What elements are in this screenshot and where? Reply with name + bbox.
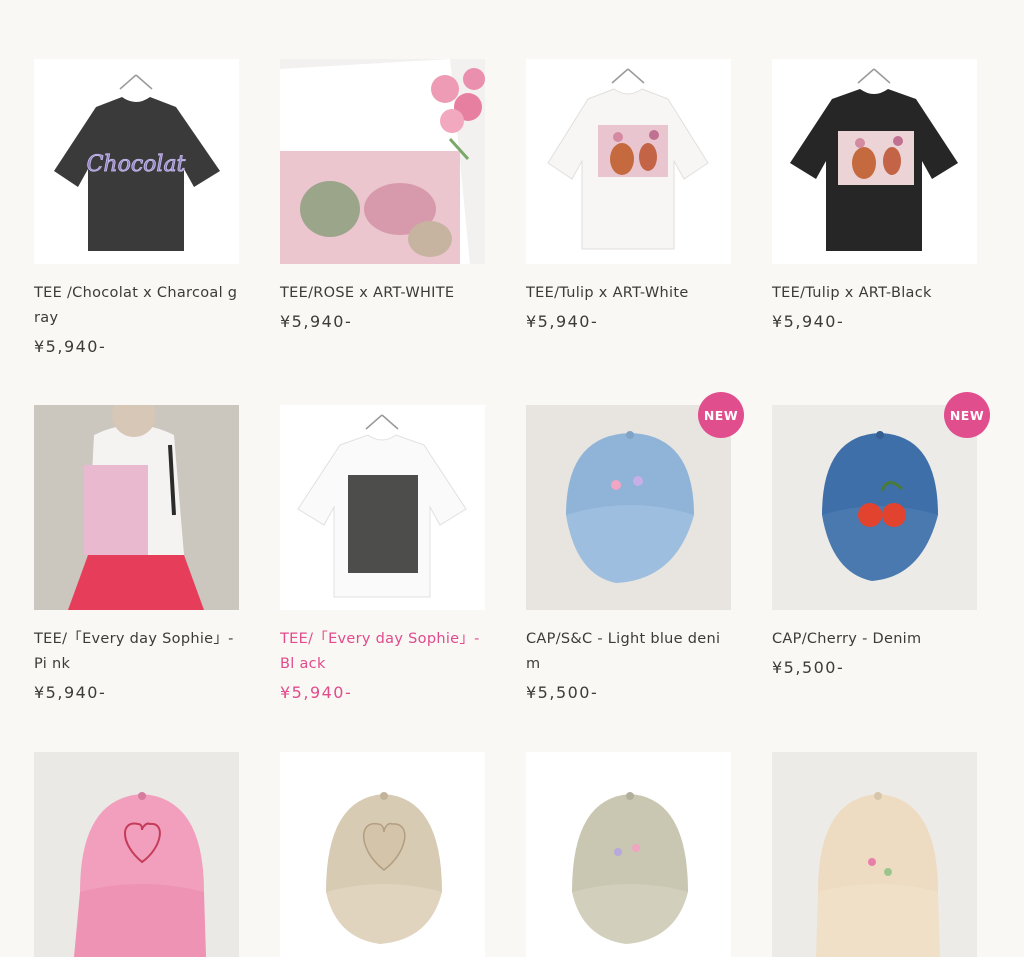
product-price: ¥5,940- — [772, 312, 845, 331]
product-image[interactable] — [34, 405, 239, 610]
product-price: ¥5,940- — [526, 312, 599, 331]
product-name[interactable]: TEE/「Every day Sophie」-Pi nk — [34, 627, 239, 677]
product-image[interactable] — [526, 59, 731, 264]
product-image[interactable] — [772, 752, 977, 957]
product-name[interactable]: TEE/ROSE x ART-WHITE — [280, 281, 485, 306]
product-image[interactable]: Chocolat — [34, 59, 239, 264]
product-name[interactable]: CAP/Cherry - Denim — [772, 627, 977, 652]
product-image[interactable] — [526, 405, 731, 610]
product-card[interactable] — [526, 752, 736, 957]
product-price: ¥5,940- — [34, 683, 107, 702]
product-name[interactable]: TEE/Tulip x ART-White — [526, 281, 731, 306]
product-image[interactable] — [280, 405, 485, 610]
product-name[interactable]: TEE/「Every day Sophie」-Bl ack — [280, 627, 485, 677]
product-image[interactable] — [772, 59, 977, 264]
product-price: ¥5,940- — [280, 683, 353, 702]
product-name[interactable]: CAP/S&C - Light blue deni m — [526, 627, 731, 677]
new-badge: NEW — [698, 392, 744, 438]
product-card[interactable]: TEE/ROSE x ART-WHITE ¥5,940- — [280, 59, 490, 331]
product-image[interactable] — [280, 752, 485, 957]
new-badge: NEW — [944, 392, 990, 438]
product-price: ¥5,500- — [526, 683, 599, 702]
product-card[interactable]: CAP/Cherry - Denim ¥5,500- — [772, 405, 982, 677]
product-price: ¥5,500- — [772, 658, 845, 677]
product-card[interactable]: Chocolat TEE /Chocolat x Charcoal g ray … — [34, 59, 244, 356]
product-image[interactable] — [280, 59, 485, 264]
product-card[interactable]: TEE/「Every day Sophie」-Bl ack ¥5,940- — [280, 405, 490, 702]
product-card[interactable]: TEE/Tulip x ART-White ¥5,940- — [526, 59, 736, 331]
product-image[interactable] — [34, 752, 239, 957]
product-name[interactable]: TEE /Chocolat x Charcoal g ray — [34, 281, 239, 331]
product-name[interactable]: TEE/Tulip x ART-Black — [772, 281, 977, 306]
product-image[interactable] — [526, 752, 731, 957]
product-grid: Chocolat TEE /Chocolat x Charcoal g ray … — [0, 0, 1024, 957]
product-image[interactable] — [772, 405, 977, 610]
product-card[interactable] — [280, 752, 490, 957]
product-card[interactable]: TEE/Tulip x ART-Black ¥5,940- — [772, 59, 982, 331]
svg-text:Chocolat: Chocolat — [87, 152, 186, 177]
product-card[interactable]: TEE/「Every day Sophie」-Pi nk ¥5,940- — [34, 405, 244, 702]
product-price: ¥5,940- — [280, 312, 353, 331]
product-card[interactable]: CAP/S&C - Light blue deni m ¥5,500- — [526, 405, 736, 702]
product-card[interactable] — [772, 752, 982, 957]
product-card[interactable] — [34, 752, 244, 957]
product-price: ¥5,940- — [34, 337, 107, 356]
